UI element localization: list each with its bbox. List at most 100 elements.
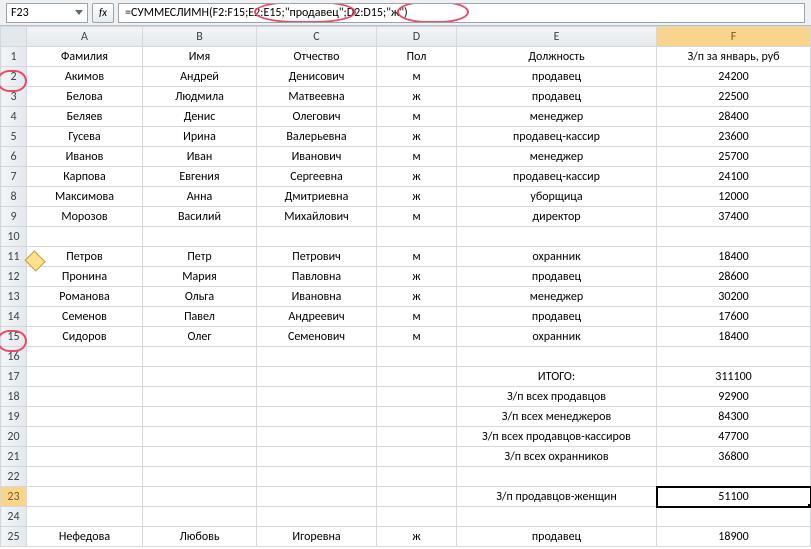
- insert-function-button[interactable]: fx: [92, 3, 114, 23]
- cell[interactable]: Должность: [457, 47, 657, 67]
- cell[interactable]: Иванович: [257, 147, 377, 167]
- row-header[interactable]: 15: [1, 327, 27, 347]
- cell[interactable]: продавец: [457, 267, 657, 287]
- cell[interactable]: Максимова: [27, 187, 143, 207]
- cell[interactable]: [377, 227, 457, 247]
- cell[interactable]: [143, 467, 257, 487]
- cell[interactable]: охранник: [457, 327, 657, 347]
- cell[interactable]: 311100: [657, 367, 811, 387]
- row-header[interactable]: 23: [1, 487, 27, 507]
- cell[interactable]: 24100: [657, 167, 811, 187]
- row-header[interactable]: 10: [1, 227, 27, 247]
- cell[interactable]: Гусева: [27, 127, 143, 147]
- cell[interactable]: [457, 507, 657, 527]
- col-header-C[interactable]: C: [257, 27, 377, 47]
- cell[interactable]: 28400: [657, 107, 811, 127]
- cell[interactable]: [377, 507, 457, 527]
- row-header[interactable]: 7: [1, 167, 27, 187]
- cell[interactable]: Пронина: [27, 267, 143, 287]
- cell[interactable]: Михайлович: [257, 207, 377, 227]
- col-header-A[interactable]: A: [27, 27, 143, 47]
- cell[interactable]: директор: [457, 207, 657, 227]
- cell[interactable]: З/п всех охранников: [457, 447, 657, 467]
- cell[interactable]: Мария: [143, 267, 257, 287]
- cell[interactable]: Олег: [143, 327, 257, 347]
- cell[interactable]: менеджер: [457, 287, 657, 307]
- select-all-corner[interactable]: [1, 27, 27, 47]
- cell[interactable]: менеджер: [457, 147, 657, 167]
- cell[interactable]: З/п продавцов-женщин: [457, 487, 657, 507]
- cell[interactable]: м: [377, 247, 457, 267]
- cell[interactable]: ИТОГО:: [457, 367, 657, 387]
- cell[interactable]: Людмила: [143, 87, 257, 107]
- cell[interactable]: 30200: [657, 287, 811, 307]
- row-header[interactable]: 4: [1, 107, 27, 127]
- cell[interactable]: [143, 227, 257, 247]
- cell[interactable]: [143, 507, 257, 527]
- cell[interactable]: [257, 487, 377, 507]
- cell[interactable]: 92900: [657, 387, 811, 407]
- row-header[interactable]: 11: [1, 247, 27, 267]
- row-header[interactable]: 21: [1, 447, 27, 467]
- cell[interactable]: [257, 407, 377, 427]
- cell[interactable]: [257, 347, 377, 367]
- cell[interactable]: м: [377, 327, 457, 347]
- cell[interactable]: Валерьевна: [257, 127, 377, 147]
- cell[interactable]: 25700: [657, 147, 811, 167]
- cell[interactable]: [657, 507, 811, 527]
- cell[interactable]: Белова: [27, 87, 143, 107]
- cell[interactable]: [27, 227, 143, 247]
- cell[interactable]: уборщица: [457, 187, 657, 207]
- fill-handle[interactable]: [808, 504, 811, 507]
- cell[interactable]: м: [377, 67, 457, 87]
- cell[interactable]: ж: [377, 187, 457, 207]
- cell[interactable]: ж: [377, 287, 457, 307]
- cell[interactable]: Сергеевна: [257, 167, 377, 187]
- col-header-B[interactable]: B: [143, 27, 257, 47]
- row-header[interactable]: 18: [1, 387, 27, 407]
- cell[interactable]: З/п всех менеджеров: [457, 407, 657, 427]
- cell[interactable]: охранник: [457, 247, 657, 267]
- cell[interactable]: Беляев: [27, 107, 143, 127]
- cell[interactable]: менеджер: [457, 107, 657, 127]
- cell[interactable]: Олегович: [257, 107, 377, 127]
- row-header[interactable]: 8: [1, 187, 27, 207]
- cell[interactable]: [257, 227, 377, 247]
- cell[interactable]: продавец: [457, 527, 657, 547]
- cell[interactable]: Матвеевна: [257, 87, 377, 107]
- cell[interactable]: [27, 427, 143, 447]
- cell[interactable]: [657, 347, 811, 367]
- cell[interactable]: Андрей: [143, 67, 257, 87]
- cell[interactable]: 18400: [657, 247, 811, 267]
- cell[interactable]: Морозов: [27, 207, 143, 227]
- cell[interactable]: 22500: [657, 87, 811, 107]
- cell[interactable]: 17600: [657, 307, 811, 327]
- cell[interactable]: [27, 347, 143, 367]
- cell[interactable]: 36800: [657, 447, 811, 467]
- cell[interactable]: м: [377, 307, 457, 327]
- cell[interactable]: м: [377, 147, 457, 167]
- cell[interactable]: Дмитриевна: [257, 187, 377, 207]
- cell[interactable]: [377, 367, 457, 387]
- cell[interactable]: Фамилия: [27, 47, 143, 67]
- cell[interactable]: [143, 367, 257, 387]
- cell[interactable]: [377, 447, 457, 467]
- row-header[interactable]: 5: [1, 127, 27, 147]
- row-header[interactable]: 9: [1, 207, 27, 227]
- cell[interactable]: продавец-кассир: [457, 127, 657, 147]
- cell[interactable]: 84300: [657, 407, 811, 427]
- cell[interactable]: [457, 467, 657, 487]
- cell[interactable]: 18900: [657, 527, 811, 547]
- row-header[interactable]: 6: [1, 147, 27, 167]
- cell[interactable]: [377, 487, 457, 507]
- row-header[interactable]: 12: [1, 267, 27, 287]
- cell[interactable]: [27, 367, 143, 387]
- cell[interactable]: Денисович: [257, 67, 377, 87]
- col-header-D[interactable]: D: [377, 27, 457, 47]
- cell[interactable]: Сидоров: [27, 327, 143, 347]
- row-header[interactable]: 16: [1, 347, 27, 367]
- cell[interactable]: [457, 227, 657, 247]
- cell[interactable]: З/п за январь, руб: [657, 47, 811, 67]
- cell[interactable]: Романова: [27, 287, 143, 307]
- cell[interactable]: Петрович: [257, 247, 377, 267]
